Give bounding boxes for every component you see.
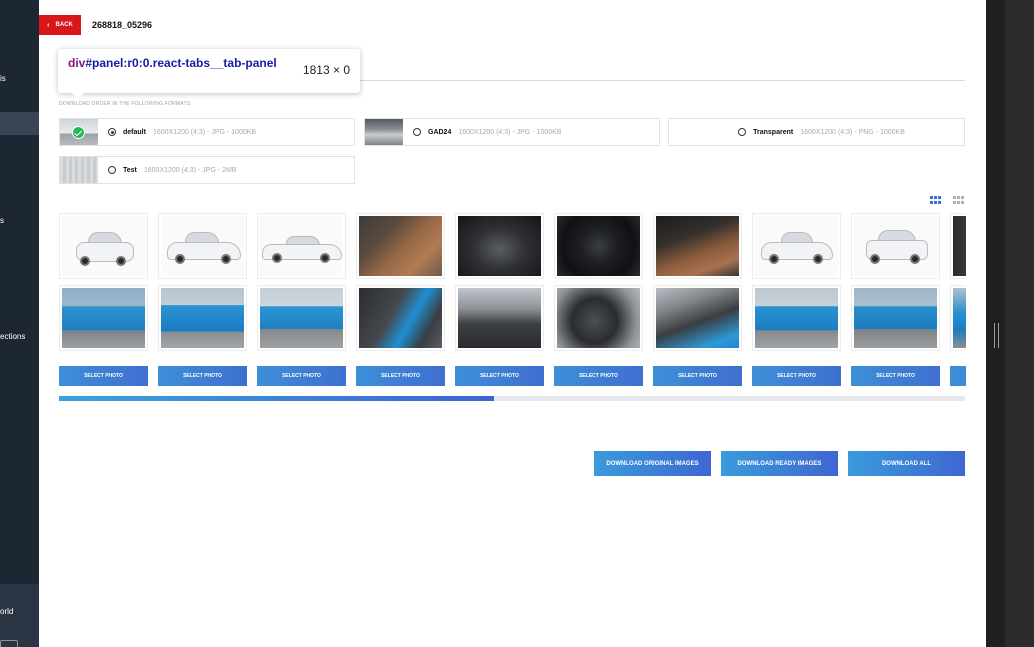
format-option-test[interactable]: Test 1600X1200 (4:3) - JPG - 2MB [59, 156, 355, 184]
format-spec: 1600X1200 (4:3) - JPG - 1000KB [458, 128, 562, 136]
download-all-button[interactable]: DOWNLOAD ALL [848, 451, 965, 476]
photo-thumbnail[interactable] [356, 285, 445, 351]
format-option-default[interactable]: default 1600X1200 (4:3) - JPG - 1000KB [59, 118, 355, 146]
photo-thumbnail[interactable] [653, 213, 742, 279]
element-id-class: #panel:r0:0.react-tabs__tab-panel [85, 56, 277, 70]
chevron-left-icon: ‹ [47, 21, 50, 29]
sidebar-item-label[interactable]: s [0, 216, 4, 225]
small-grid-view-icon[interactable] [953, 196, 965, 204]
gallery-column: SELECT PHOTO [455, 213, 544, 388]
app-sidebar: is s ections orld [0, 0, 39, 647]
format-option-transparent[interactable]: Transparent 1600X1200 (4:3) - PNG - 1000… [668, 118, 965, 146]
format-spec: 1600X1200 (4:3) - JPG - 2MB [143, 166, 237, 174]
format-name: Transparent [753, 128, 794, 136]
photo-gallery[interactable]: SELECT PHOTO SELECT PHOTO SELECT PHOTO S… [59, 213, 966, 388]
photo-thumbnail[interactable] [851, 285, 940, 351]
gallery-column: SELECT PHOTO [653, 213, 742, 388]
format-option-gad24[interactable]: GAD24 1600X1200 (4:3) - JPG - 1000KB [364, 118, 660, 146]
select-photo-button[interactable]: SELECT PHOTO [752, 366, 841, 386]
select-photo-button[interactable]: SELECT PHOTO [158, 366, 247, 386]
photo-thumbnail[interactable] [59, 213, 148, 279]
format-name: Test [123, 166, 137, 174]
sidebar-item-label[interactable]: ections [0, 332, 25, 341]
formats-section-label: DOWNLOAD ORDER IN THE FOLLOWING FORMATS: [59, 101, 192, 107]
photo-thumbnail[interactable] [257, 285, 346, 351]
sidebar-item-label[interactable]: is [0, 74, 6, 83]
tooltip-arrow [72, 93, 84, 99]
window-margin [986, 0, 1034, 647]
select-photo-button[interactable]: SELECT PHOTO [554, 366, 643, 386]
photo-thumbnail[interactable] [950, 213, 966, 279]
radio-button[interactable] [108, 166, 116, 174]
photo-thumbnail[interactable] [158, 213, 247, 279]
photo-thumbnail[interactable] [752, 213, 841, 279]
sidebar-active-item[interactable] [0, 112, 39, 135]
back-button[interactable]: ‹ BACK [39, 15, 81, 35]
photo-thumbnail[interactable] [554, 213, 643, 279]
format-spec: 1600X1200 (4:3) - JPG - 1000KB [152, 128, 257, 136]
photo-thumbnail[interactable] [554, 285, 643, 351]
select-photo-button[interactable]: SELECT PHOTO [455, 366, 544, 386]
photo-thumbnail[interactable] [653, 285, 742, 351]
photo-thumbnail[interactable] [158, 285, 247, 351]
photo-thumbnail[interactable] [851, 213, 940, 279]
select-photo-button[interactable]: SELECT PHOTO [851, 366, 940, 386]
photo-thumbnail[interactable] [59, 285, 148, 351]
select-photo-button[interactable]: SELECT PHOTO [257, 366, 346, 386]
photo-thumbnail[interactable] [455, 285, 544, 351]
element-tag: div [68, 56, 86, 70]
element-size: 1813 × 0 [302, 63, 350, 77]
gallery-scrollbar-thumb[interactable] [59, 396, 494, 401]
format-thumbnail [60, 119, 98, 145]
format-name: GAD24 [428, 128, 452, 136]
photo-thumbnail[interactable] [356, 213, 445, 279]
gallery-column: SELECT PHOTO [851, 213, 940, 388]
radio-button[interactable] [108, 128, 116, 136]
gallery-column: SELECT PHOTO [950, 213, 966, 388]
sidebar-footer-label[interactable]: orld [0, 607, 13, 616]
select-photo-button[interactable]: SELECT PHOTO [356, 366, 445, 386]
gallery-scrollbar[interactable] [59, 396, 965, 401]
radio-button[interactable] [738, 128, 747, 136]
resize-handle[interactable] [994, 323, 999, 348]
select-photo-button[interactable]: SELECT PHOTO [653, 366, 742, 386]
photo-thumbnail[interactable] [752, 285, 841, 351]
select-photo-button[interactable]: SELECT PHOTO [950, 366, 966, 386]
format-spec: 1600X1200 (4:3) - PNG - 1000KB [800, 128, 905, 136]
photo-thumbnail[interactable] [257, 213, 346, 279]
format-thumbnail [60, 157, 98, 183]
back-label: BACK [55, 22, 73, 28]
check-circle-icon [72, 126, 85, 139]
order-id: 268818_05296 [92, 20, 153, 30]
gallery-column: SELECT PHOTO [752, 213, 841, 388]
sidebar-footer: orld [0, 584, 39, 647]
gallery-column: SELECT PHOTO [257, 213, 346, 388]
photo-thumbnail[interactable] [455, 213, 544, 279]
photo-thumbnail[interactable] [950, 285, 966, 351]
download-original-images-button[interactable]: DOWNLOAD ORIGINAL IMAGES [594, 451, 711, 476]
format-thumbnail [365, 119, 403, 145]
format-name: default [123, 128, 146, 136]
large-grid-view-icon[interactable] [930, 196, 942, 204]
element-selector: div#panel:r0:0.react-tabs__tab-panel [68, 56, 290, 71]
select-photo-button[interactable]: SELECT PHOTO [59, 366, 148, 386]
gallery-column: SELECT PHOTO [356, 213, 445, 388]
gallery-column: SELECT PHOTO [59, 213, 148, 388]
gallery-column: SELECT PHOTO [158, 213, 247, 388]
gallery-column: SELECT PHOTO [554, 213, 643, 388]
radio-button[interactable] [413, 128, 421, 136]
devtools-inspect-tooltip: div#panel:r0:0.react-tabs__tab-panel 181… [58, 49, 360, 99]
sidebar-footer-button[interactable] [0, 640, 18, 647]
download-ready-images-button[interactable]: DOWNLOAD READY IMAGES [721, 451, 838, 476]
